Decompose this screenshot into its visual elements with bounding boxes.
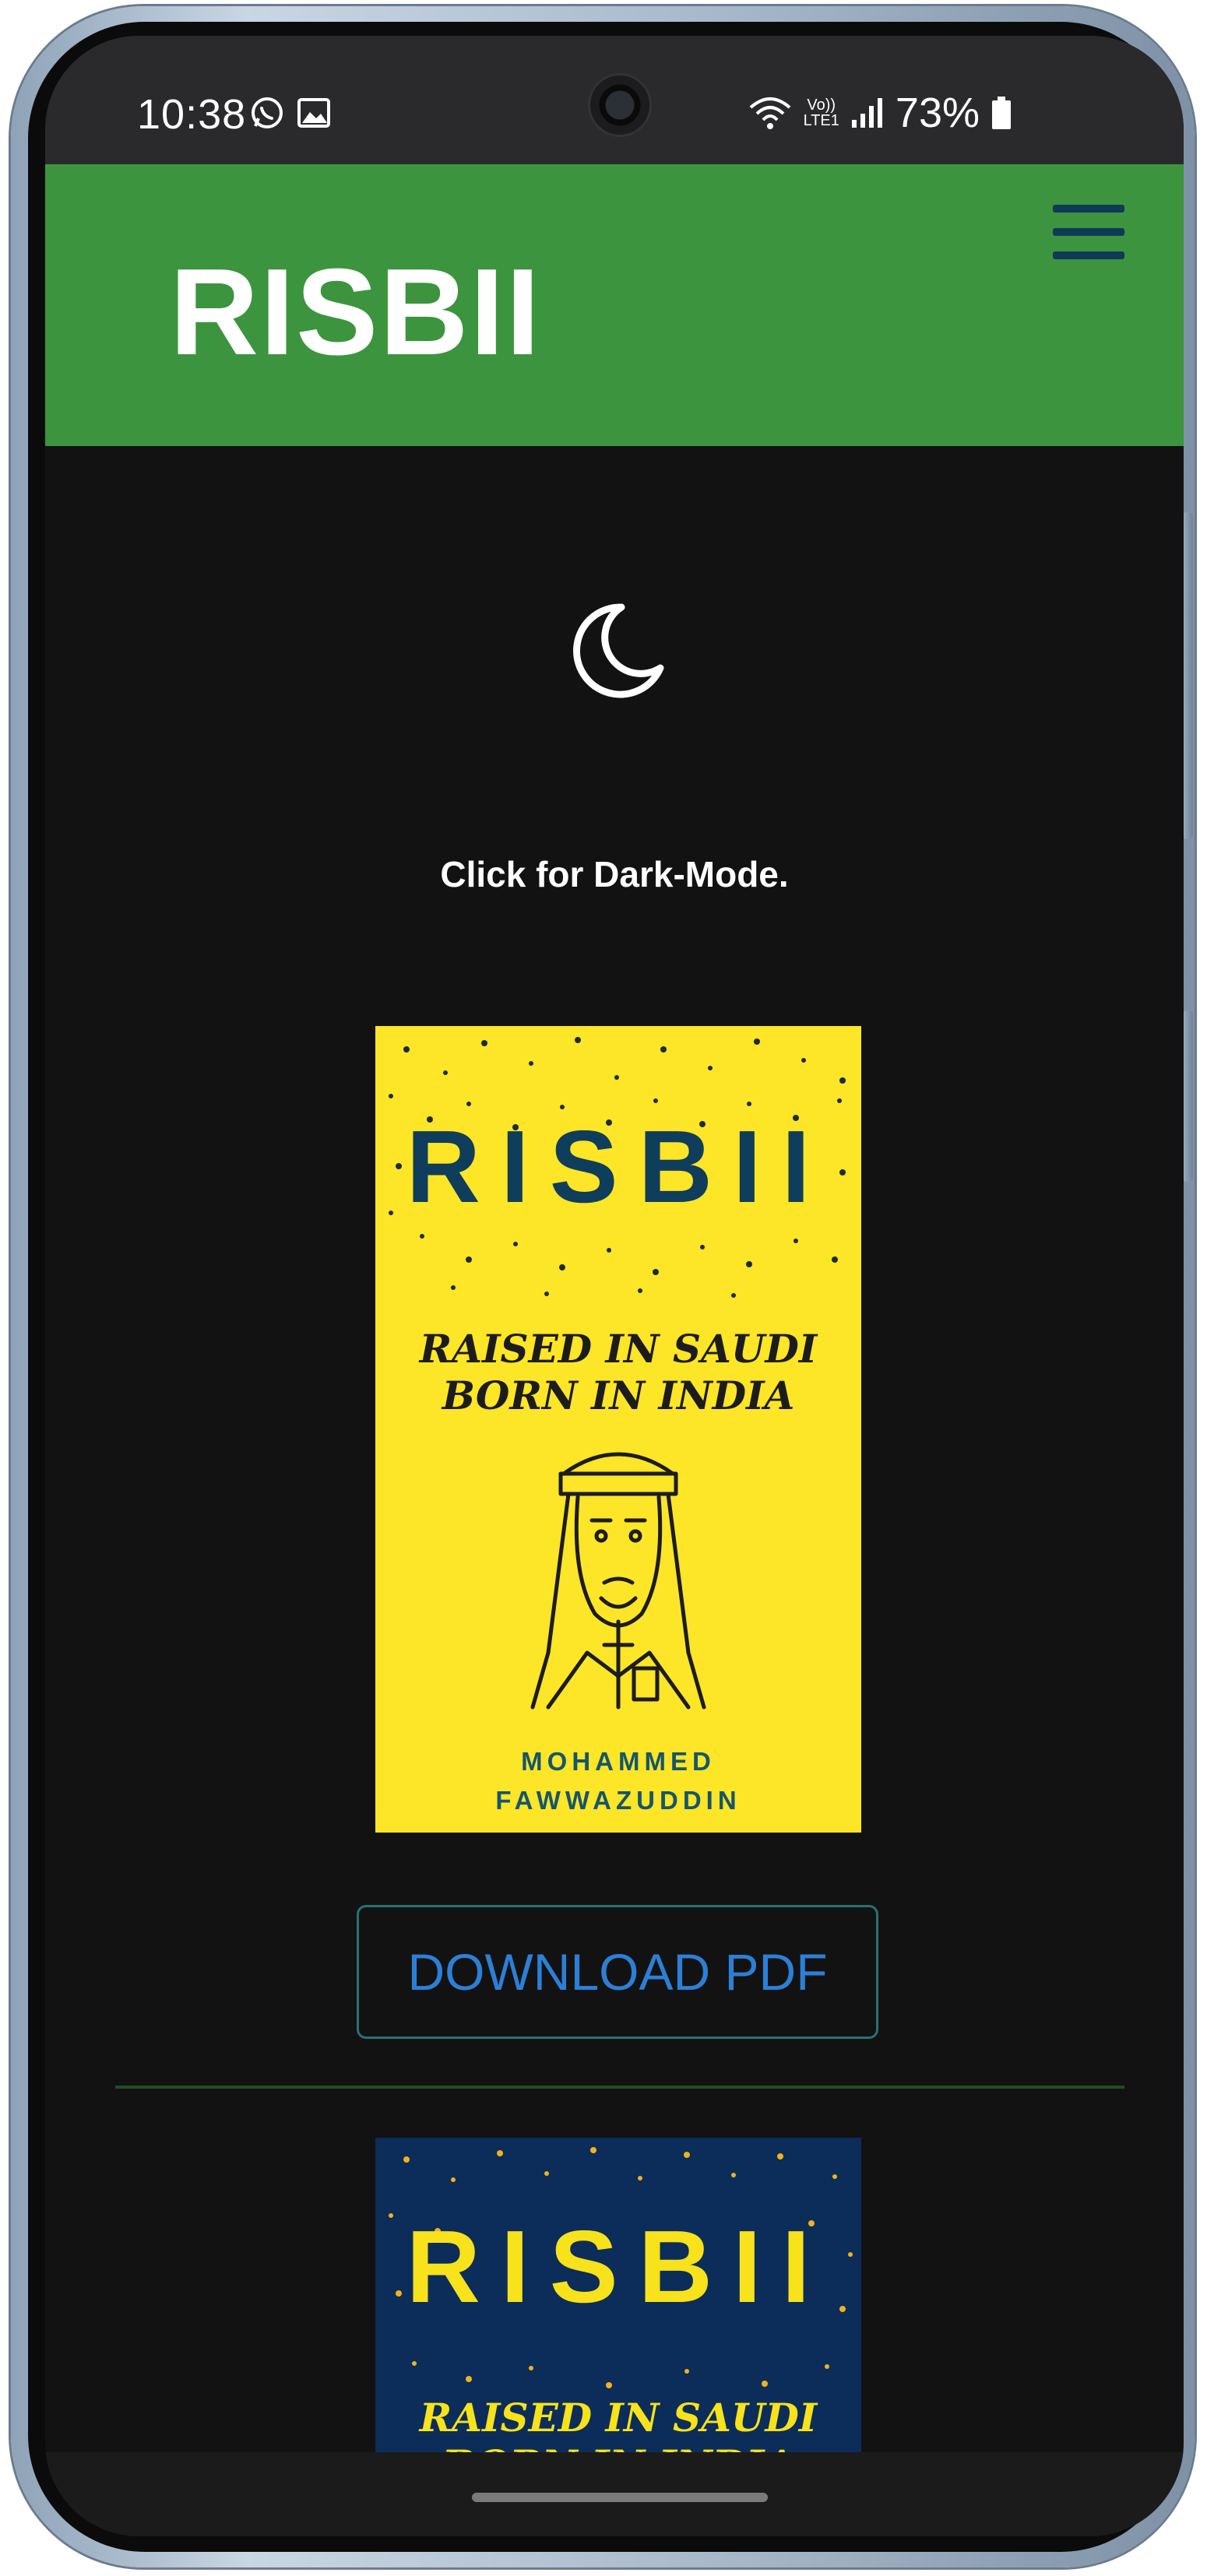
volume-button [1182,512,1193,839]
status-right-icons: Vo)) LTE1 73% [748,89,1012,137]
battery-icon [992,97,1011,129]
cover-author-line: FAWWAZUDDIN [495,1786,741,1815]
front-camera [588,73,652,137]
hamburger-line [1053,228,1124,236]
download-pdf-button[interactable]: DOWNLOAD PDF [357,1905,878,2039]
wifi-icon [749,97,790,129]
saudi-man-illustration [530,1452,706,1710]
whatsapp-icon [252,97,283,128]
volte-top: Vo)) [807,97,836,114]
dark-mode-label[interactable]: Click for Dark-Mode. [45,853,1184,895]
cover-subtitle-line: RAISED IN SAUDI [419,1326,818,1372]
moon-icon[interactable] [561,596,670,705]
site-logo[interactable]: RISBII [170,242,541,383]
hamburger-icon[interactable] [1053,205,1124,261]
notification-icons [249,95,332,131]
hamburger-line [1053,205,1124,213]
cover-author: MOHAMMED FAWWAZUDDIN [375,1742,861,1820]
gallery-icon [297,98,330,128]
screen: 10:38 Vo)) LTE1 73% RISBII Click for Dar… [45,36,1184,2536]
cover-subtitle-line: RAISED IN SAUDI [419,2395,818,2441]
volte-indicator: Vo)) LTE1 [804,97,839,128]
site-header: RISBII [45,164,1184,446]
cover-author-line: MOHAMMED [521,1747,716,1776]
home-gesture-bar[interactable] [472,2493,768,2502]
status-bar: 10:38 Vo)) LTE1 73% [45,36,1184,164]
cover-subtitle-line: BORN IN INDIA [442,1372,795,1418]
hamburger-line [1053,251,1124,259]
volte-bottom: LTE1 [803,112,839,129]
cover-subtitle: RAISED IN SAUDI BORN IN INDIA [375,1326,861,1419]
power-button [1182,1010,1193,1182]
cover-title: RISBII [406,1109,831,1224]
book-cover-yellow[interactable]: RISBII RAISED IN SAUDI BORN IN INDIA MOH… [375,1026,861,1833]
status-time: 10:38 [137,91,247,138]
signal-icon [851,98,882,128]
system-nav-bar [45,2452,1184,2536]
cover-title: RISBII [406,2209,831,2324]
section-divider [115,2086,1124,2089]
battery-percent: 73% [895,90,980,136]
